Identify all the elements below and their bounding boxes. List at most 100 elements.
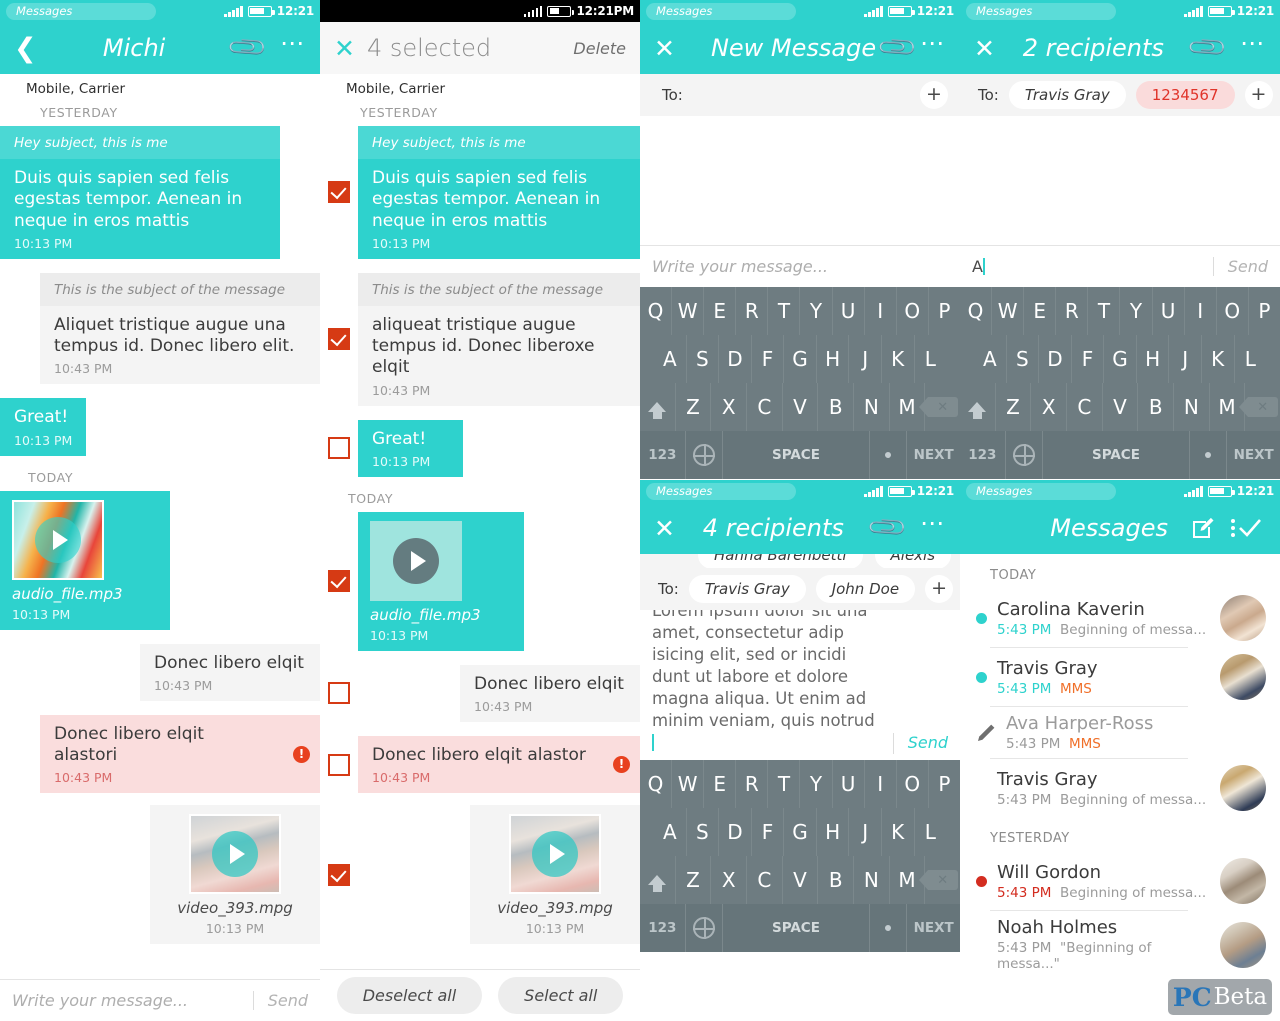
key-a[interactable]: A bbox=[974, 335, 1007, 383]
message-checkbox-checked[interactable] bbox=[328, 863, 350, 886]
key-p[interactable]: P bbox=[1249, 287, 1280, 335]
select-all-button[interactable]: Select all bbox=[498, 977, 624, 1014]
more-vertical-icon[interactable] bbox=[1230, 517, 1236, 539]
message-checkbox-unchecked[interactable] bbox=[328, 437, 350, 460]
key-w[interactable]: W bbox=[672, 760, 705, 808]
message-row[interactable]: video_393.mpg 10:13 PM bbox=[0, 805, 320, 945]
next-key[interactable]: NEXT bbox=[1227, 431, 1280, 479]
key-z[interactable]: Z bbox=[676, 383, 712, 431]
compose-bar[interactable]: A Send bbox=[960, 245, 1280, 287]
key-y[interactable]: Y bbox=[800, 287, 833, 335]
close-icon[interactable]: ✕ bbox=[974, 34, 995, 63]
next-key[interactable]: NEXT bbox=[907, 431, 960, 479]
key-n[interactable]: N bbox=[1174, 383, 1210, 431]
key-c[interactable]: C bbox=[747, 856, 783, 904]
compose-placeholder[interactable]: Write your message... bbox=[652, 257, 948, 276]
key-g[interactable]: G bbox=[784, 808, 817, 856]
key-l[interactable]: L bbox=[915, 335, 947, 383]
attach-icon[interactable]: 📎 bbox=[1186, 26, 1230, 70]
video-thumbnail[interactable] bbox=[509, 814, 601, 895]
backspace-key[interactable]: ✕ bbox=[918, 856, 960, 904]
send-button[interactable]: Send bbox=[252, 991, 308, 1010]
more-icon[interactable]: ⋯ bbox=[1240, 29, 1266, 57]
error-icon[interactable]: ! bbox=[293, 745, 310, 763]
message-bubble[interactable]: Donec libero elqit 10:43 PM bbox=[140, 643, 320, 701]
close-icon[interactable]: ✕ bbox=[654, 34, 675, 63]
message-checkbox-checked[interactable] bbox=[328, 328, 350, 351]
list-item[interactable]: Will Gordon 5:43 PM Beginning of messa..… bbox=[960, 852, 1280, 910]
backspace-key[interactable]: ✕ bbox=[918, 383, 960, 431]
key-i[interactable]: I bbox=[865, 760, 897, 808]
add-recipient-button[interactable]: + bbox=[925, 575, 954, 603]
recipient-chip[interactable]: John Doe bbox=[815, 575, 916, 603]
key-k[interactable]: K bbox=[882, 808, 915, 856]
recipient-chip-hidden[interactable]: Alexis bbox=[874, 554, 952, 568]
key-g[interactable]: G bbox=[1104, 335, 1137, 383]
key-b[interactable]: B bbox=[1138, 383, 1175, 431]
key-f[interactable]: F bbox=[752, 335, 785, 383]
key-e[interactable]: E bbox=[704, 760, 737, 808]
message-bubble[interactable]: Donec libero elqit alastori 10:43 PM ! bbox=[40, 714, 320, 794]
key-b[interactable]: B bbox=[818, 383, 855, 431]
message-checkbox-unchecked[interactable] bbox=[328, 682, 350, 705]
send-button[interactable]: Send bbox=[892, 733, 948, 754]
numeric-key[interactable]: 123 bbox=[640, 904, 686, 952]
attach-icon[interactable]: 📎 bbox=[876, 26, 920, 70]
message-row-error[interactable]: Donec libero elqit alastori 10:43 PM ! bbox=[0, 714, 320, 794]
list-item[interactable]: Carolina Kaverin 5:43 PM Beginning of me… bbox=[960, 589, 1280, 647]
message-row[interactable]: Donec libero elqit 10:43 PM bbox=[0, 643, 320, 701]
backspace-key[interactable]: ✕ bbox=[1238, 383, 1280, 431]
key-x[interactable]: X bbox=[711, 383, 748, 431]
shift-key[interactable] bbox=[640, 856, 676, 904]
avatar[interactable] bbox=[1220, 595, 1266, 641]
key-p[interactable]: P bbox=[929, 760, 960, 808]
key-t[interactable]: T bbox=[1088, 287, 1121, 335]
media-bubble-video[interactable]: video_393.mpg 10:13 PM bbox=[470, 805, 640, 945]
key-z[interactable]: Z bbox=[996, 383, 1032, 431]
next-key[interactable]: NEXT bbox=[907, 904, 960, 952]
key-h[interactable]: H bbox=[1137, 335, 1170, 383]
list-item[interactable]: Noah Holmes 5:43 PM "Beginning of messa.… bbox=[960, 911, 1280, 978]
recipients-row[interactable]: To: + bbox=[640, 74, 960, 116]
list-item-draft[interactable]: Ava Harper-Ross 5:43 PM MMS bbox=[960, 707, 1280, 758]
add-recipient-button[interactable]: + bbox=[1244, 81, 1273, 109]
message-row[interactable]: This is the subject of the message Aliqu… bbox=[0, 272, 320, 385]
message-area-empty[interactable] bbox=[640, 116, 960, 245]
audio-thumbnail[interactable] bbox=[370, 520, 462, 601]
key-z[interactable]: Z bbox=[676, 856, 712, 904]
message-row[interactable]: Great! 10:13 PM bbox=[0, 398, 320, 456]
key-n[interactable]: N bbox=[854, 383, 890, 431]
key-r[interactable]: R bbox=[736, 760, 769, 808]
key-k[interactable]: K bbox=[1202, 335, 1235, 383]
key-u[interactable]: U bbox=[833, 287, 865, 335]
compose-placeholder[interactable]: Write your message... bbox=[12, 991, 243, 1010]
list-item[interactable]: Travis Gray 5:43 PM Beginning of messa..… bbox=[960, 759, 1280, 817]
key-t[interactable]: T bbox=[768, 760, 801, 808]
key-l[interactable]: L bbox=[1235, 335, 1267, 383]
message-bubble[interactable]: Great! 10:13 PM bbox=[358, 419, 463, 477]
key-k[interactable]: K bbox=[882, 335, 915, 383]
key-j[interactable]: J bbox=[1169, 335, 1202, 383]
key-b[interactable]: B bbox=[818, 856, 855, 904]
space-key[interactable]: SPACE bbox=[1043, 431, 1190, 479]
language-key[interactable] bbox=[686, 431, 724, 479]
period-key[interactable] bbox=[870, 904, 908, 952]
recipients-row[interactable]: To: Travis Gray John Doe + bbox=[640, 568, 960, 610]
message-bubble[interactable]: Hey subject, this is me Duis quis sapien… bbox=[0, 126, 280, 259]
key-d[interactable]: D bbox=[1039, 335, 1072, 383]
key-f[interactable]: F bbox=[1072, 335, 1105, 383]
language-key[interactable] bbox=[1006, 431, 1044, 479]
key-r[interactable]: R bbox=[1056, 287, 1089, 335]
media-bubble-audio[interactable]: audio_file.mp3 10:13 PM bbox=[358, 511, 524, 651]
key-v[interactable]: V bbox=[783, 383, 819, 431]
video-thumbnail[interactable] bbox=[189, 814, 281, 895]
delete-button[interactable]: Delete bbox=[573, 39, 626, 58]
key-u[interactable]: U bbox=[833, 760, 865, 808]
compose-bar-multiline[interactable]: Lorem ipsum dolor sit una amet, consecte… bbox=[640, 601, 960, 760]
message-checkbox-unchecked[interactable] bbox=[328, 753, 350, 776]
recipient-chip[interactable]: Travis Gray bbox=[1008, 81, 1126, 109]
add-recipient-button[interactable]: + bbox=[920, 81, 948, 109]
message-bubble[interactable]: Donec libero elqit alastor 10:43 PM ! bbox=[358, 736, 640, 794]
period-key[interactable] bbox=[870, 431, 908, 479]
audio-thumbnail[interactable] bbox=[12, 499, 104, 580]
